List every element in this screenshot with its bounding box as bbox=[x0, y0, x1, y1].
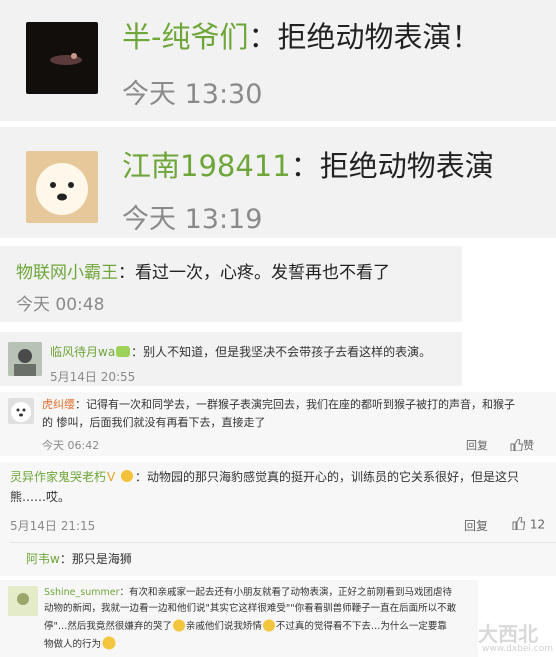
comment-text: ：别人不知道，但是我坚决不会带孩子去看这样的表演。 bbox=[131, 345, 432, 359]
text-segment: 不过真的觉得看不下去…为什么一定要靠 bbox=[275, 621, 447, 632]
avatar-image bbox=[8, 586, 38, 616]
comment-card-7: Sshine_summer：有次和亲戚家一起去还有小朋友就看了动物表演，正好之前… bbox=[0, 580, 478, 657]
comment-card-3: 物联网小霸王：看过一次，心疼。发誓再也不看了 今天 00:48 bbox=[0, 246, 462, 322]
comment-line: 临风待月wa ：别人不知道，但是我坚决不会带孩子去看这样的表演。 bbox=[50, 343, 431, 361]
comment-card-1: 半-纯爷们：拒绝动物表演！ 今天 13:30 bbox=[0, 0, 556, 121]
dog-avatar-image bbox=[11, 402, 31, 422]
user-name[interactable]: 半-纯爷们 bbox=[122, 20, 248, 54]
divider bbox=[10, 542, 556, 543]
user-name[interactable]: 江南198411 bbox=[122, 149, 291, 183]
crying-emoji-icon bbox=[262, 619, 276, 635]
comment-line: 灵异作家鬼哭老朽 V ：动物园的那只海豹感觉真的挺开心的，训练员的它关系很好，但是这… bbox=[10, 468, 519, 486]
comment-time: 5月14日 21:15 bbox=[10, 519, 96, 533]
dog-avatar-image bbox=[36, 163, 88, 215]
reply-button[interactable]: 回复 bbox=[466, 437, 488, 453]
user-name[interactable]: Sshine_summer bbox=[44, 587, 120, 598]
like-label: 赞 bbox=[523, 439, 534, 452]
avatar[interactable] bbox=[8, 586, 38, 616]
reply-button[interactable]: 回复 bbox=[464, 517, 488, 534]
badge-icon bbox=[115, 345, 131, 361]
smile-emoji-icon bbox=[101, 636, 117, 653]
sub-reply: 阿韦w：那只是海狮 bbox=[26, 550, 132, 567]
comment-time: 5月14日 20:55 bbox=[50, 370, 136, 384]
comment-card-6: 灵异作家鬼哭老朽 V ：动物园的那只海豹感觉真的挺开心的，训练员的它关系很好，但是这… bbox=[0, 462, 556, 576]
emoji-icon bbox=[119, 469, 135, 486]
comment-time: 今天 00:48 bbox=[16, 295, 105, 315]
avatar[interactable] bbox=[26, 151, 98, 223]
comment-line: Sshine_summer：有次和亲戚家一起去还有小朋友就看了动物表演，正好之前… bbox=[44, 584, 452, 598]
svg-text:V: V bbox=[107, 470, 116, 482]
thumbs-up-icon bbox=[510, 437, 523, 454]
watermark: 大西北 www.dxbei.com bbox=[472, 618, 556, 657]
comment-line: 虎纠缨：记得有一次和同学去，一群猴子表演完回去，我们在座的都听到猴子被打的声音，… bbox=[42, 396, 515, 412]
user-name[interactable]: 虎纠缨 bbox=[42, 398, 75, 411]
watermark-url: www.dxbei.com bbox=[482, 644, 553, 654]
avatar[interactable] bbox=[26, 22, 98, 94]
user-name[interactable]: 灵异作家鬼哭老朽 bbox=[10, 470, 106, 484]
comment-time: 今天 06:42 bbox=[42, 439, 100, 452]
comment-line: 物联网小霸王：看过一次，心疼。发誓再也不看了 bbox=[16, 258, 390, 283]
comment-text: ：拒绝动物表演！ bbox=[248, 20, 481, 54]
avatar-image bbox=[50, 53, 82, 65]
like-button[interactable]: 赞 bbox=[510, 437, 534, 454]
text-segment: 停"…然后我竟然很嫌弃的哭了 bbox=[44, 621, 172, 632]
comment-text: ：看过一次，心疼。发誓再也不看了 bbox=[118, 263, 390, 283]
text-segment: 物做人的行为 bbox=[44, 639, 102, 650]
comment-time: 今天 13:30 bbox=[122, 79, 263, 110]
comment-text-line3: 停"…然后我竟然很嫌弃的哭了 亲戚他们说我矫情 不过真的觉得看不下去…为什么一定要靠 bbox=[44, 618, 447, 635]
user-name[interactable]: 物联网小霸王 bbox=[16, 263, 118, 283]
watermark-title: 大西北 bbox=[478, 622, 538, 646]
like-count: 12 bbox=[529, 517, 546, 532]
comment-line: 江南198411：拒绝动物表演 bbox=[122, 143, 494, 185]
like-button[interactable]: 12 bbox=[512, 516, 546, 533]
comment-text: ：拒绝动物表演 bbox=[290, 149, 494, 183]
thumbs-up-icon bbox=[512, 516, 526, 533]
comment-text-line4: 物做人的行为 bbox=[44, 636, 117, 653]
comment-text-line2: 熊……哎。 bbox=[10, 490, 71, 504]
comment-text: ：动物园的那只海豹感觉真的挺开心的，训练员的它关系很好，但是这只 bbox=[135, 470, 520, 484]
comment-text: ：有次和亲戚家一起去还有小朋友就看了动物表演，正好之前刚看到马戏团虐待 bbox=[119, 587, 453, 598]
comment-card-2: 江南198411：拒绝动物表演 今天 13:19 bbox=[0, 127, 556, 238]
vip-badge-icon: V bbox=[106, 470, 119, 485]
comment-text: ：那只是海狮 bbox=[59, 552, 132, 566]
text-segment: 亲戚他们说我矫情 bbox=[185, 621, 262, 632]
user-name[interactable]: 阿韦w bbox=[26, 552, 60, 566]
avatar-image bbox=[8, 342, 42, 376]
avatar[interactable] bbox=[8, 398, 34, 424]
comment-card-4: 临风待月wa ：别人不知道，但是我坚决不会带孩子去看这样的表演。 5月14日 20… bbox=[0, 332, 462, 386]
comment-text-line2: 的 惨叫，后面我们就没有再看下去，直接走了 bbox=[42, 416, 266, 429]
avatar[interactable] bbox=[8, 342, 42, 376]
comment-time: 今天 13:19 bbox=[122, 204, 263, 235]
comment-text: ：记得有一次和同学去，一群猴子表演完回去，我们在座的都听到猴子被打的声音，和猴子 bbox=[75, 398, 515, 411]
crying-emoji-icon bbox=[172, 619, 186, 635]
comment-card-5: 虎纠缨：记得有一次和同学去，一群猴子表演完回去，我们在座的都听到猴子被打的声音，… bbox=[0, 392, 556, 456]
user-name[interactable]: 临风待月wa bbox=[50, 345, 115, 359]
comment-text-line2: 动物的新闻，我就一边看一边和他们说"其实它这样很难受""你看看驯兽师鞭子一直在后… bbox=[44, 603, 457, 614]
comment-line: 半-纯爷们：拒绝动物表演！ bbox=[122, 14, 480, 56]
